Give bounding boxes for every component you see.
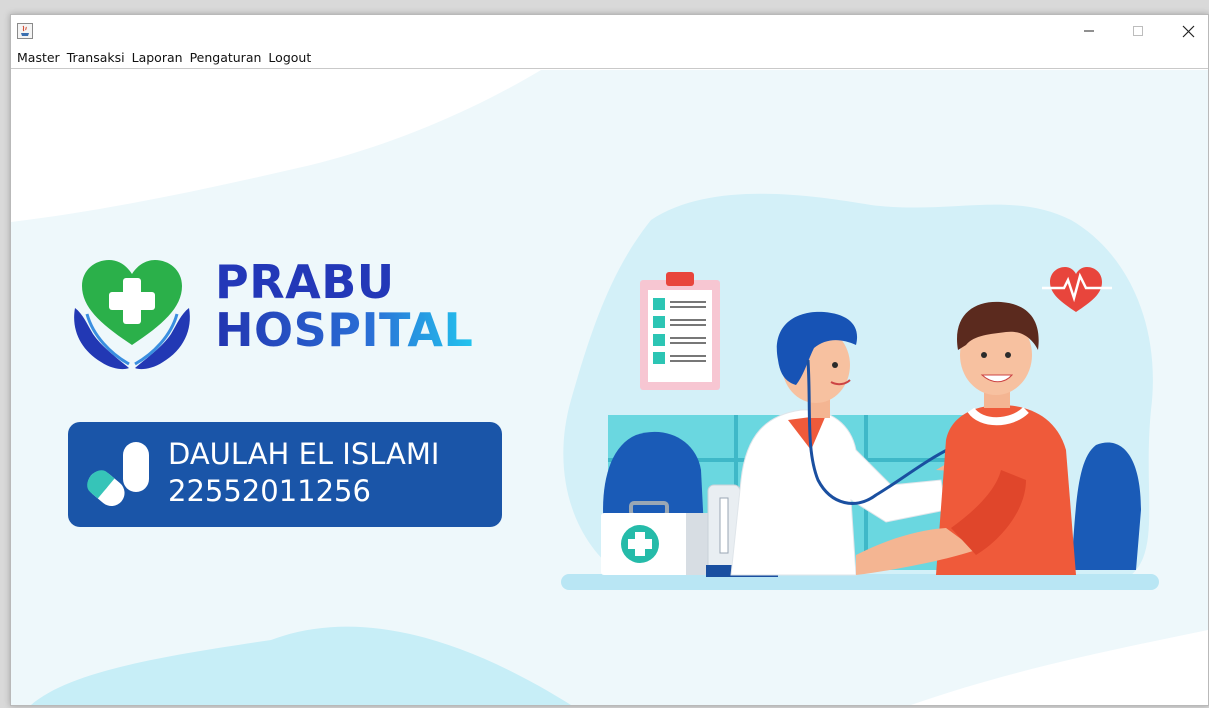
menu-transaksi[interactable]: Transaksi [65,50,130,65]
minimize-icon [1084,30,1094,32]
student-name: DAULAH EL ISLAMI [168,437,440,471]
title-bar[interactable] [11,15,1208,47]
close-button[interactable] [1165,15,1208,47]
maximize-button[interactable] [1115,15,1161,47]
main-content: PRABU HOSPITAL DAULAH EL ISLAMI 22552011… [11,70,1208,705]
heart-rate-icon [1042,267,1112,312]
java-app-icon [17,23,33,39]
menu-bar: Master Transaksi Laporan Pengaturan Logo… [11,47,1208,69]
app-window: Master Transaksi Laporan Pengaturan Logo… [10,14,1209,706]
brand-line-1: PRABU [215,255,395,309]
heart-cross-hands-icon [74,260,190,370]
brand-title: PRABU HOSPITAL [215,258,473,354]
pill-capsule-icon [87,440,149,507]
clipboard-checklist-icon [640,272,720,390]
close-icon [1182,25,1194,37]
maximize-icon [1133,26,1143,36]
student-id: 22552011256 [168,474,371,508]
minimize-button[interactable] [1066,15,1112,47]
menu-laporan[interactable]: Laporan [130,50,188,65]
doctor-examining-patient-illustration [561,267,1159,590]
brand-line-2: HOSPITAL [215,303,474,357]
menu-pengaturan[interactable]: Pengaturan [188,50,267,65]
menu-logout[interactable]: Logout [266,50,316,65]
student-card: DAULAH EL ISLAMI 22552011256 [68,422,502,527]
first-aid-kit-icon [601,501,711,575]
menu-master[interactable]: Master [15,50,65,65]
